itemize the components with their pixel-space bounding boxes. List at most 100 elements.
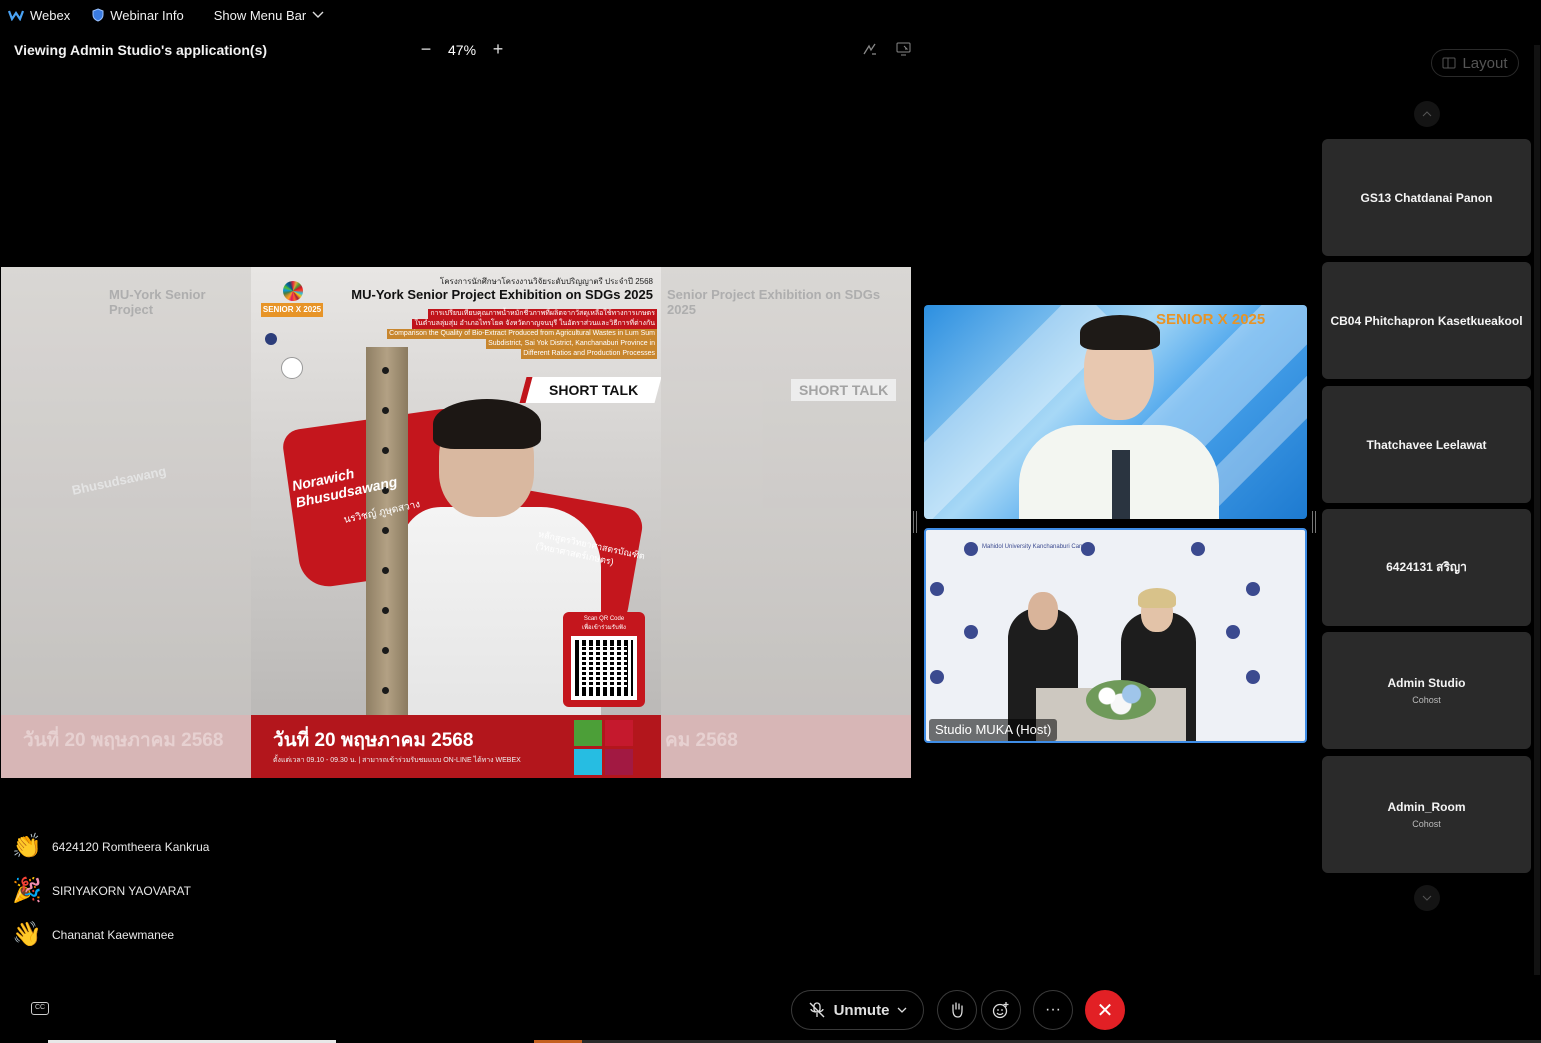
topic-th-1: การเปรียบเทียบคุณภาพน้ำหมักชีวภาพที่ผลิต… xyxy=(428,309,657,319)
qr-label: Scan QR Code เพื่อเข้าร่วมรับฟัง xyxy=(563,616,645,632)
chevron-up-icon xyxy=(1422,111,1432,117)
leave-meeting-button[interactable]: ✕ xyxy=(1085,990,1125,1030)
scroll-up-button[interactable] xyxy=(1414,101,1440,127)
sdg-wheel-icon xyxy=(283,281,303,301)
host-video xyxy=(1086,680,1156,720)
host-video xyxy=(1138,588,1176,608)
host-video xyxy=(1028,592,1058,630)
participant-card[interactable]: Admin_Room Cohost xyxy=(1322,756,1531,873)
sdg-6-icon xyxy=(574,749,602,775)
participant-role: Cohost xyxy=(1412,819,1441,829)
mahidol-logo-icon xyxy=(1246,670,1260,684)
participant-card[interactable]: Admin Studio Cohost xyxy=(1322,632,1531,749)
poster-side-title: MU-York Senior Project xyxy=(109,287,206,317)
host-name-label: Studio MUKA (Host) xyxy=(929,719,1058,741)
poster-side-name: Bhusudsawang xyxy=(70,463,168,498)
qr-code-icon xyxy=(571,636,637,700)
participant-card[interactable]: 6424131 สริญา xyxy=(1322,509,1531,626)
captions-icon: CC xyxy=(34,1004,46,1011)
top-bar: Webex Webinar Info Show Menu Bar xyxy=(0,0,1541,30)
zoom-in-button[interactable]: + xyxy=(490,39,506,60)
speaker-video xyxy=(1080,315,1160,350)
participant-name: Admin_Room xyxy=(1387,800,1466,814)
poster-side-date-right: คม 2568 xyxy=(665,730,738,751)
webex-menu[interactable]: Webex xyxy=(8,8,70,23)
poster: SENIOR X 2025 โครงการนักศึกษาโครงงานวิจั… xyxy=(251,267,661,778)
short-talk-badge: SHORT TALK xyxy=(519,377,661,403)
participant-name: Thatchavee Leelawat xyxy=(1366,437,1487,452)
wooden-pole xyxy=(366,347,408,778)
zoom-out-button[interactable]: − xyxy=(418,39,434,60)
resize-handle[interactable] xyxy=(913,511,917,533)
zoom-level: 47% xyxy=(448,41,477,58)
raise-hand-icon xyxy=(952,1002,963,1018)
participant-card[interactable]: CB04 Phitchapron Kasetkueakool xyxy=(1322,262,1531,379)
webex-logo-icon xyxy=(8,10,24,21)
reaction-item: 👏 6424120 Romtheera Kankrua xyxy=(12,832,209,862)
sdg-3-icon xyxy=(574,720,602,746)
poster-side-footer: คม 2568 xyxy=(661,715,911,778)
participant-name: 6424131 สริญา xyxy=(1386,560,1467,574)
qr-label-2: เพื่อเข้าร่วมรับฟัง xyxy=(582,625,626,631)
remote-control-icon[interactable] xyxy=(896,42,914,58)
sdg-4-icon xyxy=(605,720,633,746)
speaker-video xyxy=(1112,450,1130,519)
poster-left-ghost: MU-York Senior Project Bhusudsawang วันท… xyxy=(1,267,251,778)
show-menu-bar-button[interactable]: Show Menu Bar xyxy=(214,8,325,23)
layout-button[interactable]: Layout xyxy=(1431,49,1519,77)
poster-footer: วันที่ 20 พฤษภาคม 2568 ตั้งแต่เวลา 09.10… xyxy=(251,715,661,778)
mahidol-logo-icon xyxy=(964,625,978,639)
mahidol-logo-icon xyxy=(1226,625,1240,639)
captions-button[interactable]: CC xyxy=(31,1002,49,1015)
chevron-down-icon xyxy=(312,11,324,18)
webinar-info-button[interactable]: Webinar Info xyxy=(92,7,184,23)
layout-label: Layout xyxy=(1462,54,1508,72)
mahidol-logo-icon xyxy=(964,542,978,556)
clap-icon: 👏 xyxy=(12,833,42,860)
topic-en-3: Different Ratios and Production Processe… xyxy=(521,349,657,359)
reactions-button[interactable] xyxy=(981,990,1021,1030)
mahidol-logo-icon xyxy=(1191,542,1205,556)
raise-hand-button[interactable] xyxy=(937,990,977,1030)
shield-icon xyxy=(92,8,104,22)
unmute-button[interactable]: Unmute xyxy=(791,990,924,1030)
participants-scrollbar[interactable] xyxy=(1534,45,1540,975)
sharing-bar: Viewing Admin Studio's application(s) − … xyxy=(0,36,920,64)
resize-handle[interactable] xyxy=(1312,511,1316,533)
participant-card[interactable]: GS13 Chatdanai Panon xyxy=(1322,139,1531,256)
webinar-info-label: Webinar Info xyxy=(110,7,184,23)
poster-topic: การเปรียบเทียบคุณภาพน้ำหมักชีวภาพที่ผลิต… xyxy=(385,309,657,359)
more-options-button[interactable]: ··· xyxy=(1033,990,1073,1030)
participant-name: Admin Studio xyxy=(1387,676,1466,690)
app-name: Webex xyxy=(30,7,71,23)
video-tile-host[interactable]: Mahidol University Kanchanaburi Campus S… xyxy=(924,528,1307,743)
chevron-down-icon xyxy=(1422,895,1432,901)
annotate-icon[interactable] xyxy=(862,42,880,58)
scroll-down-button[interactable] xyxy=(1414,885,1440,911)
participant-card[interactable]: Thatchavee Leelawat xyxy=(1322,386,1531,503)
topic-th-2: ในตำบลลุ่มสุ่ม อำเภอไทรโยค จังหวัดกาญจนบ… xyxy=(412,319,657,329)
presenter-photo xyxy=(433,399,541,449)
sdg-8-icon xyxy=(605,749,633,775)
shared-screen[interactable]: MU-York Senior Project Bhusudsawang วันท… xyxy=(1,267,911,778)
chevron-down-icon[interactable] xyxy=(897,1007,907,1013)
video-tile-speaker[interactable]: SENIOR X 2025 xyxy=(924,305,1307,519)
backdrop-label: Mahidol University Kanchanaburi Campus xyxy=(982,544,1094,550)
reaction-item: 🎉 SIRIYAKORN YAOVARAT xyxy=(12,876,191,906)
close-icon: ✕ xyxy=(1096,999,1114,1022)
mahidol-logo-icon xyxy=(1246,582,1260,596)
poster-title: MU-York Senior Project Exhibition on SDG… xyxy=(351,287,653,302)
poster-side-footer: วันที่ 20 พฤษภาคม 2568 xyxy=(1,715,251,778)
reaction-item: 👋 Chananat Kaewmanee xyxy=(12,920,174,950)
mahidol-logo-icon xyxy=(930,582,944,596)
topic-en-2: Subdistrict, Sai Yok District, Kanchanab… xyxy=(486,339,657,349)
topic-en-1: Comparison the Quality of Bio-Extract Pr… xyxy=(387,329,657,339)
campus-logo-icon xyxy=(281,357,303,379)
zoom-controls: − 47% + xyxy=(418,39,506,60)
reaction-name: 6424120 Romtheera Kankrua xyxy=(52,840,210,854)
poster-time: ตั้งแต่เวลา 09.10 - 09.30 น. | สามารถเข้… xyxy=(273,757,521,764)
poster-date: วันที่ 20 พฤษภาคม 2568 xyxy=(273,730,474,751)
show-menu-bar-label: Show Menu Bar xyxy=(213,7,307,23)
poster-side-badge: SHORT TALK xyxy=(791,379,897,401)
poster-right-ghost: Senior Project Exhibition on SDGs 2025 S… xyxy=(661,267,911,778)
